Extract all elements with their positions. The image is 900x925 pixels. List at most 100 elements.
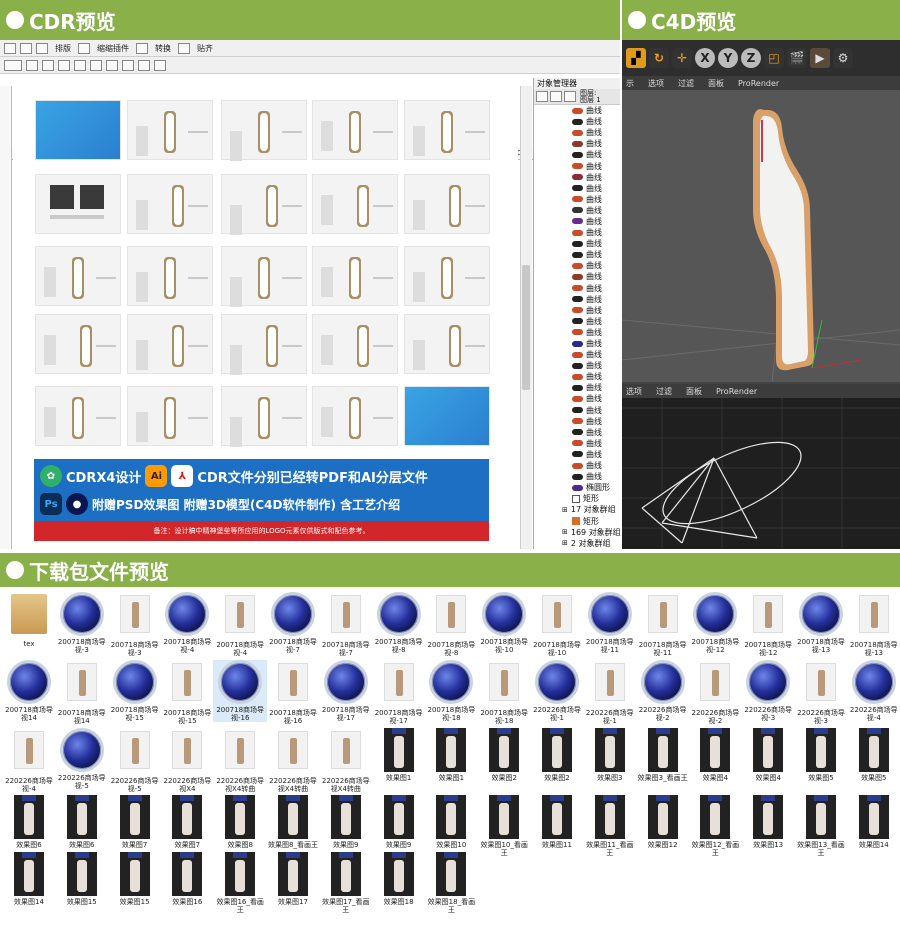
bold-icon[interactable] [26, 59, 38, 71]
cdr-page-thumbnail[interactable] [127, 314, 213, 374]
coordinate-icon[interactable]: ◰ [764, 48, 784, 68]
expand-icon[interactable]: ⊞ [562, 539, 568, 547]
file-item[interactable]: 220226商场导视-1 [583, 660, 637, 725]
layer-edit-icon[interactable] [564, 91, 576, 102]
file-item[interactable]: 效果图14 [2, 852, 56, 906]
italic-icon[interactable] [42, 59, 54, 71]
object-row[interactable]: 曲线 [534, 271, 620, 282]
columns-icon[interactable] [106, 59, 118, 71]
menu-item-options[interactable]: 选项 [648, 78, 664, 89]
file-item[interactable]: 220226商场导视-5 [55, 728, 109, 790]
file-item[interactable]: 220226商场导视-5 [108, 728, 162, 793]
object-row[interactable]: 曲线 [534, 127, 620, 138]
file-item[interactable]: 效果图2 [477, 728, 531, 782]
file-item[interactable]: 220226商场导视X4转曲 [319, 728, 373, 793]
file-item[interactable]: 效果图17_看画王 [319, 852, 373, 914]
object-row[interactable]: 曲线 [534, 238, 620, 249]
file-item[interactable]: 220226商场导视-3 [741, 660, 795, 722]
file-item[interactable]: 效果图7 [160, 795, 214, 849]
cdr-page-thumbnail[interactable] [35, 100, 121, 160]
file-item[interactable]: 200718商场导视-18 [477, 660, 531, 725]
cdr-page-thumbnail[interactable] [312, 174, 398, 234]
object-row[interactable]: 曲线 [534, 416, 620, 427]
object-row[interactable]: 曲线 [534, 138, 620, 149]
file-item[interactable]: 效果图12 [636, 795, 690, 849]
file-item[interactable]: 效果图5 [847, 728, 900, 782]
object-row[interactable]: 曲线 [534, 427, 620, 438]
zoom-icon[interactable] [4, 42, 16, 54]
layer-options-icon[interactable] [536, 91, 548, 102]
object-row[interactable]: 曲线 [534, 316, 620, 327]
toolbar-item-plugin[interactable]: 缩缩插件 [94, 43, 132, 54]
scale-tool-icon[interactable]: ▞ [626, 48, 646, 68]
file-item[interactable]: 200718商场导视-13 [794, 592, 848, 654]
file-item[interactable]: 效果图7 [108, 795, 162, 849]
object-row[interactable]: 曲线 [534, 393, 620, 404]
file-item[interactable]: 效果图18_看画王 [424, 852, 478, 914]
cdr-page-thumbnail[interactable] [221, 314, 307, 375]
cdr-page-thumbnail[interactable] [127, 174, 213, 234]
file-item[interactable]: 效果图9 [372, 795, 426, 849]
file-item[interactable]: 效果图3 [583, 728, 637, 782]
render-view-icon[interactable]: 🎬 [787, 48, 807, 68]
file-item[interactable]: 效果图6 [55, 795, 109, 849]
file-item[interactable]: 效果图15 [108, 852, 162, 906]
horizontal-text-icon[interactable] [138, 59, 150, 71]
font-size-field[interactable] [4, 59, 22, 71]
toolbar-item-snap[interactable]: 贴齐 [194, 43, 216, 54]
zoom-fit-icon[interactable] [20, 42, 32, 54]
object-row[interactable]: ⊞ 17 对象群组 [534, 504, 620, 515]
object-row[interactable]: 曲线 [534, 460, 620, 471]
file-item[interactable]: 效果图1 [424, 728, 478, 782]
cdr-page-thumbnail[interactable] [35, 386, 121, 446]
cdr-page-thumbnail[interactable] [312, 314, 398, 374]
cdr-page-thumbnail[interactable] [221, 246, 307, 307]
axis-y-button[interactable]: Y [718, 48, 738, 68]
file-item[interactable]: 200718商场导视-11 [583, 592, 637, 654]
object-row[interactable]: 曲线 [534, 172, 620, 183]
file-item[interactable]: 效果图6 [2, 795, 56, 849]
render-settings-icon[interactable]: ⚙ [833, 48, 853, 68]
menu-item-options[interactable]: 选项 [626, 386, 642, 397]
object-row[interactable]: 曲线 [534, 349, 620, 360]
cdr-page-thumbnail[interactable] [312, 100, 398, 160]
file-item[interactable]: 200718商场导视-17 [319, 660, 373, 722]
menu-item-panel[interactable]: 面板 [708, 78, 724, 89]
object-row[interactable]: ⊞ 169 对象群组 [534, 527, 621, 538]
file-item[interactable]: 200718商场导视-11 [636, 592, 690, 657]
file-item[interactable]: 效果图10 [424, 795, 478, 849]
menu-item-panel[interactable]: 面板 [686, 386, 702, 397]
cdr-page-thumbnail[interactable] [127, 100, 213, 160]
file-item[interactable]: 效果图4 [688, 728, 742, 782]
file-item[interactable]: 效果图17 [266, 852, 320, 906]
file-item[interactable]: 200718商场导视-8 [372, 592, 426, 654]
render-picture-icon[interactable]: ▶ [810, 48, 830, 68]
axis-x-button[interactable]: X [695, 48, 715, 68]
file-item[interactable]: 200718商场导视14 [55, 660, 109, 725]
perspective-viewport[interactable] [621, 90, 900, 383]
vertical-text-icon[interactable] [154, 59, 166, 71]
file-item[interactable]: 200718商场导视-15 [160, 660, 214, 725]
object-row[interactable]: 曲线 [534, 405, 620, 416]
object-row[interactable]: 曲线 [534, 260, 620, 271]
underline-icon[interactable] [58, 59, 70, 71]
file-item[interactable]: 200718商场导视-16 [266, 660, 320, 725]
object-row[interactable]: 曲线 [534, 116, 620, 127]
file-item[interactable]: 效果图12_看画王 [688, 795, 742, 857]
zoom-page-icon[interactable] [36, 42, 48, 54]
align-icon[interactable] [74, 59, 86, 71]
file-item[interactable]: 220226商场导视X4转曲 [266, 728, 320, 793]
file-item[interactable]: 200718商场导视-3 [108, 592, 162, 657]
cdr-page-thumbnail[interactable] [404, 314, 490, 374]
cdr-page-thumbnail[interactable] [127, 246, 213, 306]
axis-z-button[interactable]: Z [741, 48, 761, 68]
file-item[interactable]: 效果图5 [794, 728, 848, 782]
object-row[interactable]: ⊞ 2 对象群组 [534, 538, 620, 549]
file-item[interactable]: 效果图11_看画王 [583, 795, 637, 857]
menu-item-filter[interactable]: 过滤 [678, 78, 694, 89]
file-item[interactable]: 220226商场导视-3 [794, 660, 848, 725]
object-row[interactable]: 曲线 [534, 183, 620, 194]
file-item[interactable]: 效果图13_看画王 [794, 795, 848, 857]
object-row[interactable]: 曲线 [534, 149, 620, 160]
file-item[interactable]: 200718商场导视14 [2, 660, 56, 722]
